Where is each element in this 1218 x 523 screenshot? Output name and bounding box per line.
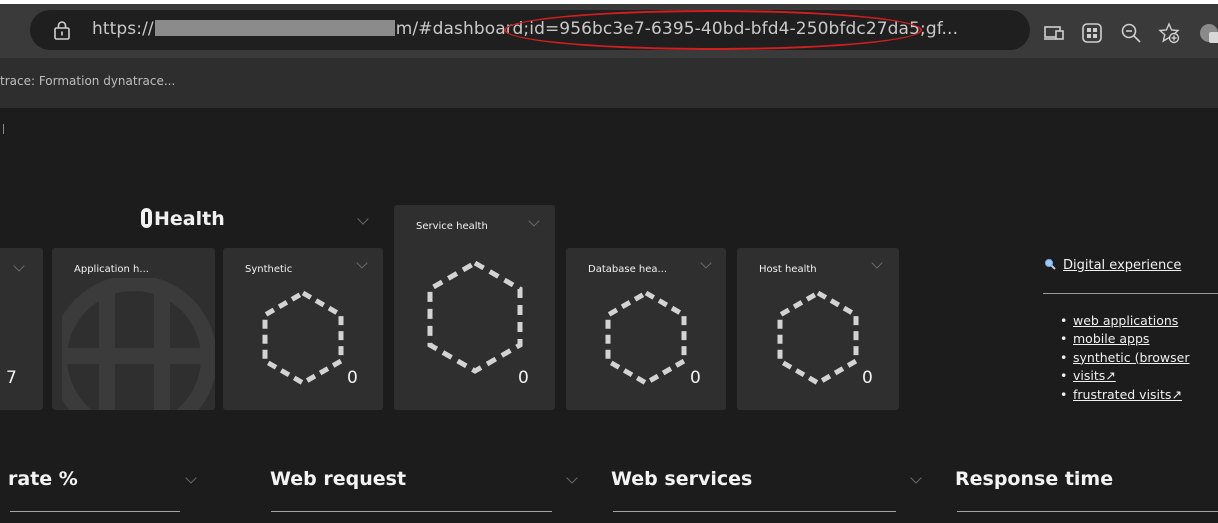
tile-application-health-title: Application h...	[74, 264, 149, 275]
list-item: frustrated visits↗	[1060, 386, 1189, 405]
section-title-web-request: Web request	[270, 468, 407, 490]
web-applications-link[interactable]: web applications	[1073, 313, 1178, 328]
hexagon-placeholder-icon	[777, 290, 859, 386]
tile-service-health-count: 0	[518, 368, 529, 388]
section-rate-divider	[10, 511, 180, 512]
extension-icon[interactable]	[1198, 22, 1218, 44]
list-item: visits↗	[1060, 367, 1189, 386]
tile-partial-chevron-icon[interactable]	[13, 260, 25, 272]
list-item: mobile apps	[1060, 330, 1189, 349]
immersive-reader-icon[interactable]	[1043, 22, 1065, 44]
url-text: https:// m/#dashboard;id=956bc3e7-6395-40…	[92, 19, 958, 39]
tile-host-health[interactable]: Host health 0	[737, 248, 899, 410]
url-path: m/#dashboard;id=956bc3e7-6395-40bd-bfd4-…	[395, 19, 959, 39]
digital-experience-divider	[1043, 293, 1218, 294]
digital-experience-list: web applications mobile apps synthetic (…	[1060, 312, 1190, 405]
tile-database-health[interactable]: Database hea... 0	[566, 248, 726, 410]
tab-strip: trace: Formation dynatrace...	[0, 58, 1218, 108]
url-prefix: https://	[92, 19, 154, 39]
tile-database-health-title: Database hea...	[588, 264, 668, 275]
lock-icon[interactable]	[52, 20, 72, 40]
tile-database-health-count: 0	[690, 368, 701, 388]
browser-toolbar: https:// m/#dashboard;id=956bc3e7-6395-40…	[0, 4, 1218, 58]
address-bar[interactable]: https:// m/#dashboard;id=956bc3e7-6395-40…	[30, 10, 1030, 50]
tile-service-health-title: Service health	[416, 221, 488, 232]
tile-partial-count: 7	[6, 368, 17, 388]
health-icon	[141, 208, 152, 228]
hexagon-placeholder-icon	[262, 290, 344, 386]
digital-experience-title: Digital experience	[1063, 258, 1182, 273]
tile-synthetic-count: 0	[347, 368, 358, 388]
health-title: Health	[154, 208, 225, 230]
health-header: Health	[141, 208, 225, 230]
section-response-time-divider	[957, 511, 1218, 512]
section-title-rate: rate %	[8, 468, 78, 490]
section-rate-chevron-icon[interactable]	[185, 472, 197, 484]
url-redaction	[154, 20, 395, 36]
hexagon-placeholder-icon	[605, 290, 687, 386]
health-menu-chevron-icon[interactable]	[357, 213, 369, 225]
tile-synthetic[interactable]: Synthetic 0	[223, 248, 383, 410]
list-item: synthetic (browser	[1060, 349, 1190, 368]
synthetic-browser-link[interactable]: synthetic (browser	[1073, 350, 1189, 365]
visits-link[interactable]: visits↗	[1073, 368, 1116, 383]
tile-database-health-chevron-icon[interactable]	[700, 257, 712, 269]
section-title-web-services: Web services	[611, 468, 753, 490]
tile-partial[interactable]: 7	[0, 248, 43, 410]
digital-experience-link[interactable]: Digital experience	[1044, 258, 1181, 273]
left-edge-mark	[3, 124, 7, 134]
globe-watermark-icon	[62, 278, 215, 410]
tile-host-health-count: 0	[862, 368, 873, 388]
tile-host-health-chevron-icon[interactable]	[871, 257, 883, 269]
section-web-request-divider	[271, 511, 552, 512]
tile-synthetic-title: Synthetic	[245, 264, 293, 275]
dashboard: Health 7 Application h... Synthetic 0 Se…	[0, 108, 1218, 523]
tile-synthetic-chevron-icon[interactable]	[356, 257, 368, 269]
tile-service-health-chevron-icon[interactable]	[528, 215, 540, 227]
collections-icon[interactable]	[1081, 22, 1103, 44]
section-web-services-divider	[613, 511, 896, 512]
tab-title[interactable]: trace: Formation dynatrace...	[0, 74, 175, 88]
tile-application-health[interactable]: Application h...	[52, 248, 215, 410]
zoom-out-icon[interactable]	[1120, 22, 1142, 44]
section-web-request-chevron-icon[interactable]	[566, 472, 578, 484]
mobile-apps-link[interactable]: mobile apps	[1073, 331, 1149, 346]
hexagon-placeholder-icon	[427, 260, 523, 374]
add-favorite-icon[interactable]	[1158, 22, 1180, 44]
tile-service-health[interactable]: Service health 0	[394, 205, 555, 410]
section-web-services-chevron-icon[interactable]	[910, 472, 922, 484]
tile-host-health-title: Host health	[759, 264, 817, 275]
section-title-response-time: Response time	[955, 468, 1114, 490]
magnifier-icon	[1044, 258, 1056, 270]
frustrated-visits-link[interactable]: frustrated visits↗	[1073, 387, 1182, 402]
list-item: web applications	[1060, 312, 1189, 331]
